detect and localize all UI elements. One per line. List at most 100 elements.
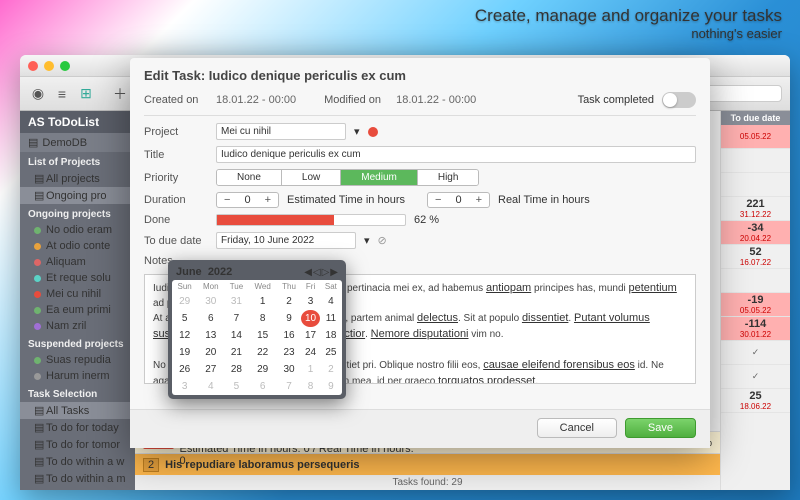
task-selection-item[interactable]: ▤To do within a w	[20, 453, 135, 470]
title-label: Title	[144, 149, 208, 161]
calendar-day[interactable]: 4	[197, 378, 224, 395]
marketing-line2: nothing's easier	[475, 26, 782, 41]
calendar-day[interactable]: 30	[197, 293, 224, 310]
calendar-day[interactable]: 28	[224, 361, 248, 378]
calendar-day[interactable]: 3	[172, 378, 197, 395]
sidebar-item[interactable]: Ea eum primi	[20, 302, 135, 318]
calendar-day[interactable]: 29	[249, 361, 277, 378]
sidebar-item[interactable]: Suas repudia	[20, 352, 135, 368]
calendar-day[interactable]: 31	[224, 293, 248, 310]
calendar-day[interactable]: 30	[277, 361, 302, 378]
view-list-icon[interactable]: ≡	[52, 84, 72, 104]
marketing-banner: Create, manage and organize your tasks n…	[475, 6, 782, 41]
calendar-day[interactable]: 14	[224, 327, 248, 344]
priority-option[interactable]: Medium	[341, 170, 418, 185]
calendar-day[interactable]: 7	[224, 310, 248, 327]
done-progress[interactable]	[216, 214, 406, 226]
calendar-day[interactable]: 9	[277, 310, 302, 327]
due-dropdown-icon[interactable]: ▾	[364, 234, 370, 247]
calendar-day[interactable]: 1	[249, 293, 277, 310]
due-cell: -1905.05.22	[721, 293, 790, 317]
sidebar-item[interactable]: Mei cu nihil	[20, 286, 135, 302]
calendar-day[interactable]: 25	[320, 344, 342, 361]
calendar-day[interactable]: 3	[301, 293, 319, 310]
clear-date-icon[interactable]: ⊘	[378, 234, 387, 247]
title-field[interactable]	[216, 146, 696, 163]
priority-segmented[interactable]: NoneLowMediumHigh	[216, 169, 479, 186]
calendar-day[interactable]: 27	[197, 361, 224, 378]
real-stepper[interactable]: −0+	[427, 192, 490, 208]
calendar-day[interactable]: 5	[172, 310, 197, 327]
calendar-day[interactable]: 16	[277, 327, 302, 344]
due-date-field[interactable]	[216, 232, 356, 249]
priority-option[interactable]: None	[217, 170, 282, 185]
calendar-day[interactable]: 1	[301, 361, 319, 378]
sidebar-add[interactable]: +	[20, 487, 135, 490]
completed-toggle[interactable]	[662, 92, 696, 108]
sidebar-item[interactable]: ▤All projects	[20, 170, 135, 187]
estimated-stepper[interactable]: −0+	[216, 192, 279, 208]
sidebar-item[interactable]: At odio conte	[20, 238, 135, 254]
traffic-lights[interactable]	[28, 61, 70, 71]
cal-next-month-icon[interactable]: ▷	[322, 267, 330, 278]
calendar-day[interactable]: 2	[277, 293, 302, 310]
add-icon[interactable]: ＋	[110, 84, 130, 104]
calendar-day[interactable]: 26	[172, 361, 197, 378]
calendar-day[interactable]: 6	[197, 310, 224, 327]
sidebar: AS ToDoList ▤DemoDB List of Projects▤All…	[20, 111, 135, 490]
calendar-day[interactable]: 13	[197, 327, 224, 344]
sidebar-item[interactable]: ▤Ongoing pro	[20, 187, 135, 204]
cancel-button[interactable]: Cancel	[537, 418, 617, 438]
priority-option[interactable]: High	[418, 170, 479, 185]
sidebar-item[interactable]: Nam zril	[20, 318, 135, 334]
calendar-day[interactable]: 24	[301, 344, 319, 361]
calendar-day[interactable]: 6	[249, 378, 277, 395]
date-picker-popover: June 2022 ◀ ◁ ▷ ▶ SunMonTueWedThuFriSat …	[168, 260, 346, 399]
calendar-day[interactable]: 23	[277, 344, 302, 361]
task-title: His repudiare laboramus persequeris	[165, 459, 359, 471]
project-field[interactable]	[216, 123, 346, 140]
calendar-day[interactable]: 29	[172, 293, 197, 310]
due-date-column: To due date 05.05.2222131.12.22-3420.04.…	[720, 111, 790, 490]
sidebar-item[interactable]: Et reque solu	[20, 270, 135, 286]
done-pct: 62 %	[414, 214, 439, 226]
done-label: Done	[144, 214, 208, 226]
cal-next-year-icon[interactable]: ▶	[330, 267, 338, 278]
calendar-day[interactable]: 10	[301, 310, 319, 327]
project-dropdown-icon[interactable]: ▾	[354, 125, 360, 138]
calendar-day[interactable]: 17	[301, 327, 319, 344]
calendar-day[interactable]: 15	[249, 327, 277, 344]
sidebar-item[interactable]: Harum inerm	[20, 368, 135, 384]
database-row[interactable]: ▤DemoDB	[20, 133, 135, 152]
calendar-day[interactable]: 19	[172, 344, 197, 361]
due-cell	[721, 173, 790, 197]
due-cell: 05.05.22	[721, 125, 790, 149]
calendar-day[interactable]: 8	[249, 310, 277, 327]
cal-prev-year-icon[interactable]: ◀	[304, 267, 312, 278]
calendar-day[interactable]: 12	[172, 327, 197, 344]
task-selection-item[interactable]: ▤To do for tomor	[20, 436, 135, 453]
calendar-day[interactable]: 8	[301, 378, 319, 395]
save-button[interactable]: Save	[625, 418, 696, 438]
cal-prev-month-icon[interactable]: ◁	[313, 267, 321, 278]
task-selection-item[interactable]: ▤To do within a m	[20, 470, 135, 487]
calendar-day[interactable]: 20	[197, 344, 224, 361]
calendar-day[interactable]: 5	[224, 378, 248, 395]
due-cell: ✓	[721, 341, 790, 365]
sidebar-item[interactable]: Aliquam	[20, 254, 135, 270]
calendar-day[interactable]: 11	[320, 310, 342, 327]
sidebar-item[interactable]: No odio eram	[20, 222, 135, 238]
calendar-day[interactable]: 18	[320, 327, 342, 344]
task-selection-item[interactable]: ▤To do for today	[20, 419, 135, 436]
view-detail-icon[interactable]: ◉	[28, 84, 48, 104]
priority-option[interactable]: Low	[282, 170, 341, 185]
view-grid-icon[interactable]: ⊞	[76, 84, 96, 104]
calendar-day[interactable]: 4	[320, 293, 342, 310]
calendar-day[interactable]: 7	[277, 378, 302, 395]
calendar-day[interactable]: 21	[224, 344, 248, 361]
calendar-day[interactable]: 22	[249, 344, 277, 361]
calendar-day[interactable]: 9	[320, 378, 342, 395]
priority-label: Priority	[144, 172, 208, 184]
calendar-day[interactable]: 2	[320, 361, 342, 378]
task-selection-item[interactable]: ▤All Tasks	[20, 402, 135, 419]
